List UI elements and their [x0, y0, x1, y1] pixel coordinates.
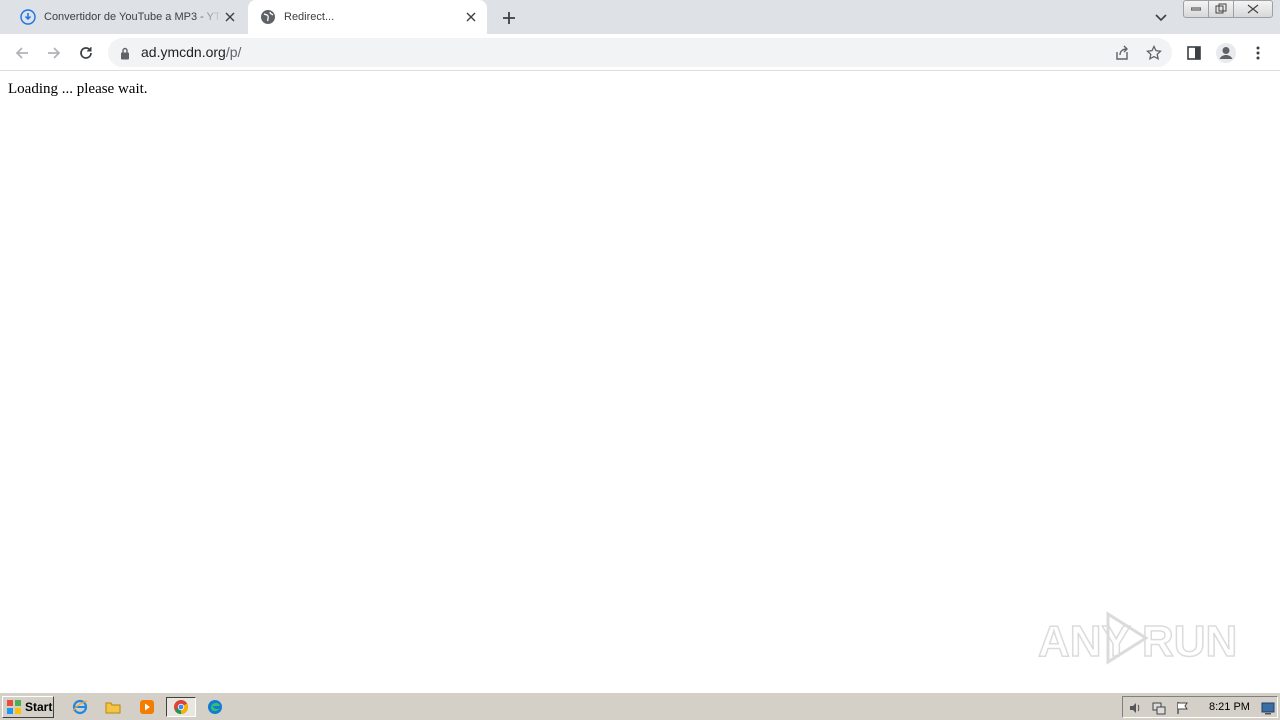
speaker-icon[interactable]	[1127, 700, 1143, 716]
start-button[interactable]: Start	[2, 696, 54, 718]
windows-logo-icon	[7, 700, 21, 714]
side-panel-icon	[1187, 46, 1201, 60]
side-panel-button[interactable]	[1180, 39, 1208, 67]
globe-icon	[260, 9, 276, 25]
bookmark-star-icon[interactable]	[1143, 42, 1165, 64]
minimize-button[interactable]	[1183, 0, 1209, 18]
watermark-text-left: ANY	[1038, 617, 1131, 666]
tab-redirect[interactable]: Redirect...	[248, 0, 487, 34]
back-arrow-icon	[15, 47, 28, 59]
show-desktop-icon[interactable]	[1260, 700, 1276, 716]
profile-button[interactable]	[1212, 39, 1240, 67]
url-text[interactable]: ad.ymcdn.org/p/	[141, 44, 241, 60]
forward-arrow-icon	[48, 47, 61, 59]
close-tab-icon[interactable]	[463, 9, 479, 25]
clock: 8:21 PM	[1209, 701, 1250, 713]
file-explorer-icon[interactable]	[102, 697, 124, 717]
internet-explorer-icon[interactable]	[69, 697, 91, 717]
new-tab-button[interactable]	[499, 8, 519, 28]
reload-button[interactable]	[72, 39, 100, 67]
chevron-down-icon	[1155, 14, 1167, 22]
forward-button[interactable]	[40, 39, 68, 67]
watermark-text-right: RUN	[1142, 617, 1237, 666]
restore-button[interactable]	[1208, 0, 1234, 18]
restore-icon	[1215, 3, 1227, 14]
tab-title: Convertidor de YouTube a MP3 - YTMP3	[44, 11, 222, 23]
page-content: Loading ... please wait.	[0, 72, 1280, 692]
menu-button[interactable]	[1244, 39, 1272, 67]
lock-icon[interactable]	[120, 45, 130, 64]
minimize-icon	[1191, 7, 1201, 11]
media-player-icon[interactable]	[136, 697, 158, 717]
avatar-icon	[1216, 43, 1236, 63]
share-icon[interactable]	[1111, 42, 1133, 64]
edge-icon[interactable]	[204, 697, 226, 717]
anyrun-watermark: ANY RUN	[1038, 611, 1238, 667]
plus-icon	[503, 12, 515, 24]
browser-toolbar: ad.ymcdn.org/p/	[0, 34, 1280, 71]
tab-strip: Convertidor de YouTube a MP3 - YTMP3 Red…	[0, 0, 1280, 34]
chrome-taskbar-icon[interactable]	[166, 697, 196, 717]
tab-search-button[interactable]	[1151, 8, 1171, 28]
more-vertical-icon	[1256, 46, 1260, 60]
taskbar: Start 8:21 PM	[0, 692, 1280, 720]
back-button[interactable]	[8, 39, 36, 67]
tab-ytmp3[interactable]: Convertidor de YouTube a MP3 - YTMP3	[8, 0, 246, 34]
action-center-flag-icon[interactable]	[1175, 700, 1191, 716]
url-host: ad.ymcdn.org	[141, 44, 226, 60]
reload-icon	[80, 47, 92, 59]
start-label: Start	[25, 700, 53, 714]
system-tray: 8:21 PM	[1122, 696, 1278, 718]
network-icon[interactable]	[1151, 700, 1167, 716]
tab-title: Redirect...	[284, 11, 335, 23]
loading-message: Loading ... please wait.	[8, 81, 148, 97]
address-bar[interactable]: ad.ymcdn.org/p/	[108, 38, 1172, 67]
window-close-button[interactable]	[1233, 0, 1273, 18]
download-cloud-icon	[20, 9, 36, 25]
close-icon	[1247, 4, 1259, 14]
url-path: /p/	[225, 44, 242, 60]
close-tab-icon[interactable]	[222, 9, 238, 25]
